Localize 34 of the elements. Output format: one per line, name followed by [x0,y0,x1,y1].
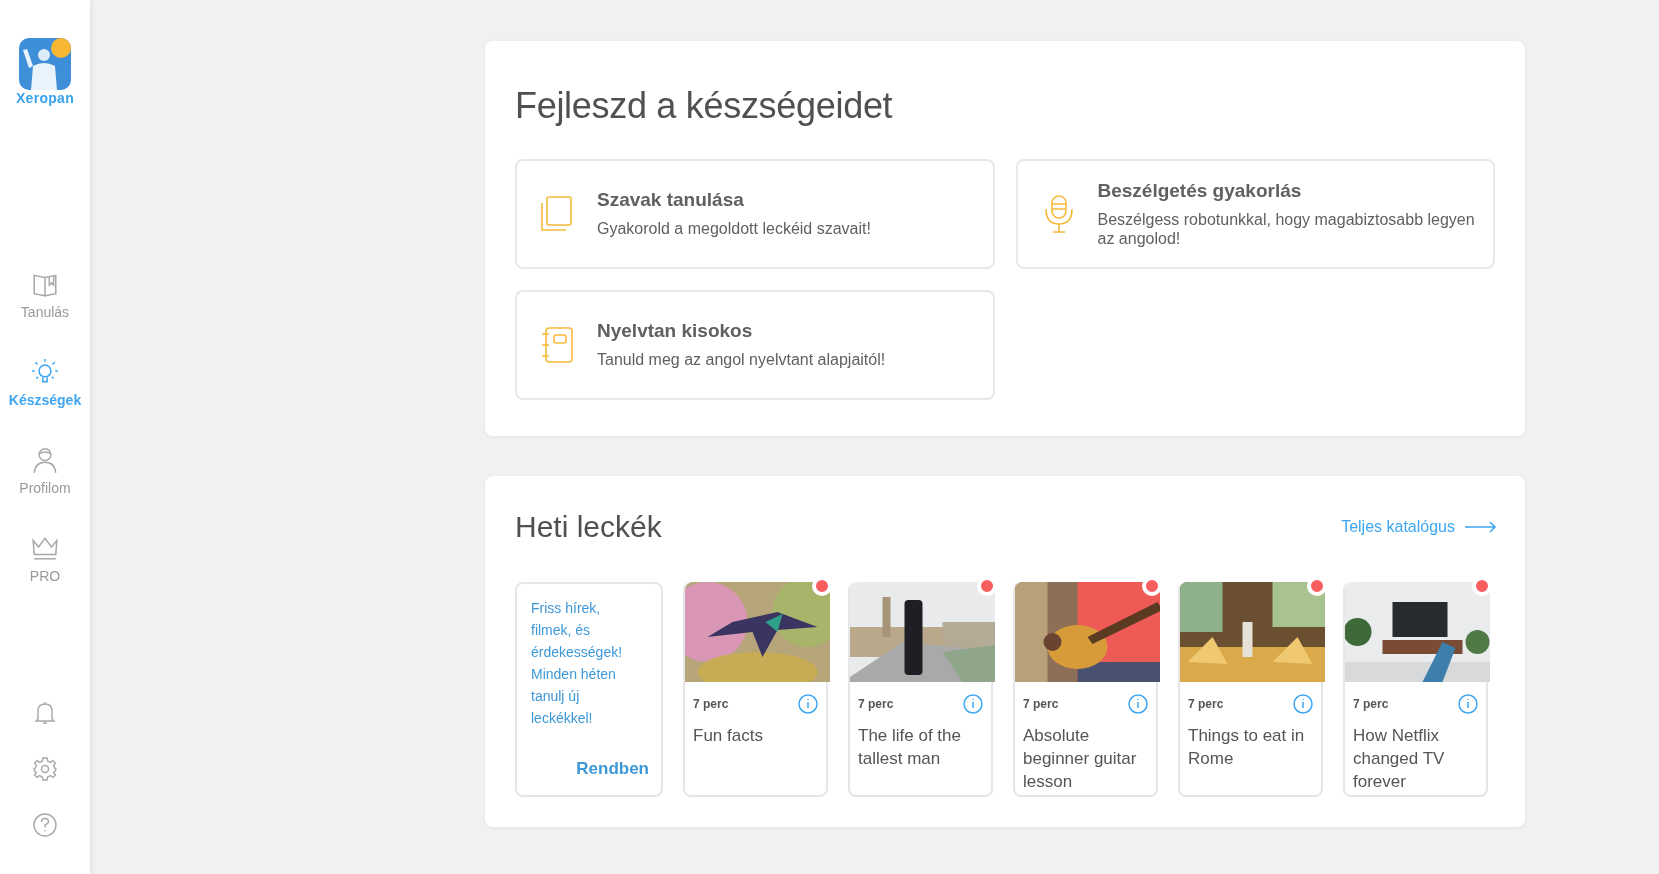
lesson-title: How Netflix changed TV forever [1352,725,1446,793]
intro-text: Friss hírek, filmek, és érdekességek! Minden héten tanulj új leckékkel! [531,599,624,728]
skill-title: Szavak tanulása [597,189,745,212]
section-title: Heti leckék [515,510,662,544]
lesson-title: The life of the tallest man [857,725,962,770]
lesson-duration: 7 perc [1188,697,1224,711]
settings-icon[interactable] [32,756,58,782]
skill-description: Gyakorold a megoldott leckéid szavait! [597,219,871,239]
skill-card[interactable]: Szavak tanulása Gyakorold a megoldott leckéid szavait! [515,159,995,269]
skill-description: Tanuld meg az angol nyelvtant alapjaitól! [597,350,886,370]
lesson-duration: 7 perc [1023,697,1059,711]
info-icon[interactable] [963,694,983,714]
info-icon[interactable] [1128,694,1148,714]
lesson-title: Fun facts [692,725,764,747]
lesson-duration: 7 perc [693,697,729,711]
logo-text: Xeropan [15,90,75,106]
skill-description: Beszélgess robotunkkal, hogy magabiztosabb legyen az angolod! [1097,209,1476,249]
arrow-icon [1465,521,1497,533]
skill-title: Beszélgetés gyakorlás [1097,179,1303,202]
skill-card[interactable]: Nyelvtan kisokos Tanuld meg az angol nyelvtant alapjaitól! [515,290,995,400]
lesson-title: Absolute beginner guitar lesson [1022,725,1138,793]
skill-title: Nyelvtan kisokos [597,320,754,343]
logo-icon[interactable] [19,38,71,90]
info-icon[interactable] [798,694,818,714]
lesson-duration: 7 perc [1353,697,1389,711]
info-icon[interactable] [1293,694,1313,714]
help-icon[interactable] [32,812,58,838]
lesson-duration: 7 perc [858,697,894,711]
bell-icon[interactable] [32,700,58,726]
person-icon [31,446,59,474]
section-title: Fejleszd a készségeidet [515,85,894,127]
skill-card[interactable]: Beszélgetés gyakorlás Beszélgess robotunkkal, hogy magabiztosabb legyen az angolod! [1015,159,1495,269]
lesson-title: Things to eat in Rome [1187,725,1306,770]
info-icon[interactable] [1458,694,1478,714]
